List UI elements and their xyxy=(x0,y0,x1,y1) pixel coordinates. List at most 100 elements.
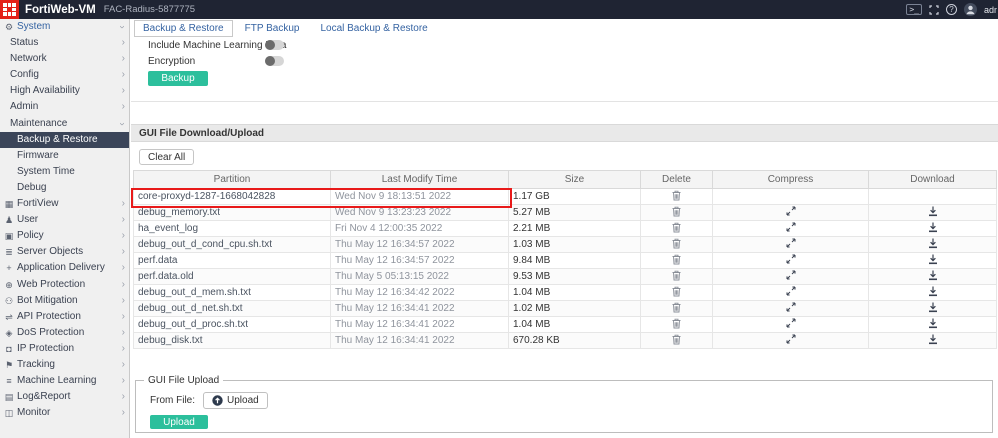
upload-legend: GUI File Upload xyxy=(144,375,223,386)
compress-icon[interactable] xyxy=(786,334,796,347)
compress-cell xyxy=(713,301,869,317)
delete-cell xyxy=(641,317,713,333)
sidebar-item-machine-learning[interactable]: ≡Machine Learning› xyxy=(0,373,129,389)
delete-icon[interactable] xyxy=(672,318,681,332)
sidebar-item-fortiview[interactable]: ▦FortiView› xyxy=(0,196,129,212)
backup-button[interactable]: Backup xyxy=(148,71,208,86)
download-icon[interactable] xyxy=(928,334,938,348)
ml-data-toggle[interactable] xyxy=(265,40,284,50)
sidebar-item-ip-protection[interactable]: ◘IP Protection› xyxy=(0,341,129,357)
compress-icon[interactable] xyxy=(786,286,796,299)
sidebar-item-api-protection[interactable]: ⇌API Protection› xyxy=(0,309,129,325)
download-icon[interactable] xyxy=(928,318,938,332)
delete-icon[interactable] xyxy=(672,286,681,300)
modify-time-cell: Thu May 12 16:34:41 2022 xyxy=(331,333,509,349)
tab-ftp-backup[interactable]: FTP Backup xyxy=(236,20,309,37)
sidebar-item-label: User xyxy=(17,214,38,225)
cli-console-icon[interactable]: >_ xyxy=(906,4,922,15)
user-avatar-icon[interactable] xyxy=(964,3,977,16)
delete-icon[interactable] xyxy=(672,254,681,268)
sidebar-item-log-report[interactable]: ▤Log&Report› xyxy=(0,389,129,405)
download-icon[interactable] xyxy=(928,286,938,300)
delete-cell xyxy=(641,189,713,205)
sidebar-item-backup-restore[interactable]: Backup & Restore xyxy=(0,132,129,148)
sidebar-item-network[interactable]: Network› xyxy=(0,51,129,67)
table-row: debug_out_d_proc.sh.txtThu May 12 16:34:… xyxy=(134,317,997,333)
delete-icon[interactable] xyxy=(672,222,681,236)
help-icon[interactable]: ? xyxy=(946,4,957,15)
compress-icon[interactable] xyxy=(786,206,796,219)
sidebar-item-web-protection[interactable]: ⊕Web Protection› xyxy=(0,277,129,293)
sidebar-item-firmware[interactable]: Firmware xyxy=(0,148,129,164)
delete-icon[interactable] xyxy=(672,238,681,252)
compress-cell xyxy=(713,285,869,301)
compress-icon[interactable] xyxy=(786,302,796,315)
gui-file-section-header: GUI File Download/Upload xyxy=(131,124,998,142)
gear-icon: ⚙ xyxy=(3,19,15,35)
delete-icon[interactable] xyxy=(672,270,681,284)
sidebar-item-application-delivery[interactable]: +Application Delivery› xyxy=(0,260,129,276)
sidebar-item-config[interactable]: Config› xyxy=(0,67,129,83)
sidebar-item-policy[interactable]: ▣Policy› xyxy=(0,228,129,244)
sidebar-item-system-time[interactable]: System Time xyxy=(0,164,129,180)
chevron-right-icon: › xyxy=(122,405,125,421)
delete-icon[interactable] xyxy=(672,190,681,204)
download-cell xyxy=(869,189,997,205)
compress-icon[interactable] xyxy=(786,238,796,251)
modify-time-cell: Thu May 12 16:34:57 2022 xyxy=(331,253,509,269)
sidebar-item-label: IP Protection xyxy=(17,343,74,354)
sidebar-item-server-objects[interactable]: ≣Server Objects› xyxy=(0,244,129,260)
sidebar-item-tracking[interactable]: ⚑Tracking› xyxy=(0,357,129,373)
clear-all-button[interactable]: Clear All xyxy=(139,149,194,165)
sidebar-item-bot-mitigation[interactable]: ⚇Bot Mitigation› xyxy=(0,293,129,309)
compress-icon[interactable] xyxy=(786,222,796,235)
download-icon[interactable] xyxy=(928,302,938,316)
sidebar-item-status[interactable]: Status› xyxy=(0,35,129,51)
file-chooser-button[interactable]: Upload xyxy=(203,392,268,409)
sidebar-item-maintenance[interactable]: Maintenance› xyxy=(0,116,129,132)
sidebar-item-dos-protection[interactable]: ◈DoS Protection› xyxy=(0,325,129,341)
chevron-down-icon: › xyxy=(113,122,129,125)
modify-time-cell: Thu May 12 16:34:41 2022 xyxy=(331,301,509,317)
sidebar-item-system[interactable]: ⚙System› xyxy=(0,19,129,35)
download-icon[interactable] xyxy=(928,254,938,268)
compress-icon[interactable] xyxy=(786,254,796,267)
size-cell: 2.21 MB xyxy=(509,221,641,237)
table-row: debug_out_d_net.sh.txtThu May 12 16:34:4… xyxy=(134,301,997,317)
download-cell xyxy=(869,317,997,333)
upload-button[interactable]: Upload xyxy=(150,415,208,429)
delete-cell xyxy=(641,205,713,221)
sidebar-item-high-availability[interactable]: High Availability› xyxy=(0,83,129,99)
topbar-actions: >_ ? adm xyxy=(906,3,998,16)
download-icon[interactable] xyxy=(928,206,938,220)
username[interactable]: adm xyxy=(984,5,997,15)
monitor-icon: ◫ xyxy=(3,405,15,421)
tracking-flag-icon: ⚑ xyxy=(3,357,15,373)
sidebar-item-user[interactable]: ♟User› xyxy=(0,212,129,228)
delete-icon[interactable] xyxy=(672,302,681,316)
compress-icon[interactable] xyxy=(786,270,796,283)
table-row: perf.dataThu May 12 16:34:57 20229.84 MB xyxy=(134,253,997,269)
delete-cell xyxy=(641,269,713,285)
delete-icon[interactable] xyxy=(672,334,681,348)
delete-cell xyxy=(641,237,713,253)
sidebar-item-label: Policy xyxy=(17,230,44,241)
sidebar-item-debug[interactable]: Debug xyxy=(0,180,129,196)
sidebar-item-monitor[interactable]: ◫Monitor› xyxy=(0,405,129,421)
sidebar-item-admin[interactable]: Admin› xyxy=(0,99,129,115)
fullscreen-icon[interactable] xyxy=(929,5,939,15)
partition-cell: perf.data xyxy=(134,253,331,269)
file-table: PartitionLast Modify TimeSizeDeleteCompr… xyxy=(133,170,997,349)
encryption-toggle[interactable] xyxy=(265,56,284,66)
modify-time-cell: Thu May 12 16:34:57 2022 xyxy=(331,237,509,253)
delete-icon[interactable] xyxy=(672,206,681,220)
tab-backup-restore[interactable]: Backup & Restore xyxy=(134,20,233,37)
tab-local-backup-restore[interactable]: Local Backup & Restore xyxy=(311,20,436,37)
compress-cell xyxy=(713,269,869,285)
tab-bar: Backup & RestoreFTP BackupLocal Backup &… xyxy=(134,20,437,37)
compress-icon[interactable] xyxy=(786,318,796,331)
download-icon[interactable] xyxy=(928,270,938,284)
table-row: ha_event_logFri Nov 4 12:00:35 20222.21 … xyxy=(134,221,997,237)
download-icon[interactable] xyxy=(928,238,938,252)
download-icon[interactable] xyxy=(928,222,938,236)
